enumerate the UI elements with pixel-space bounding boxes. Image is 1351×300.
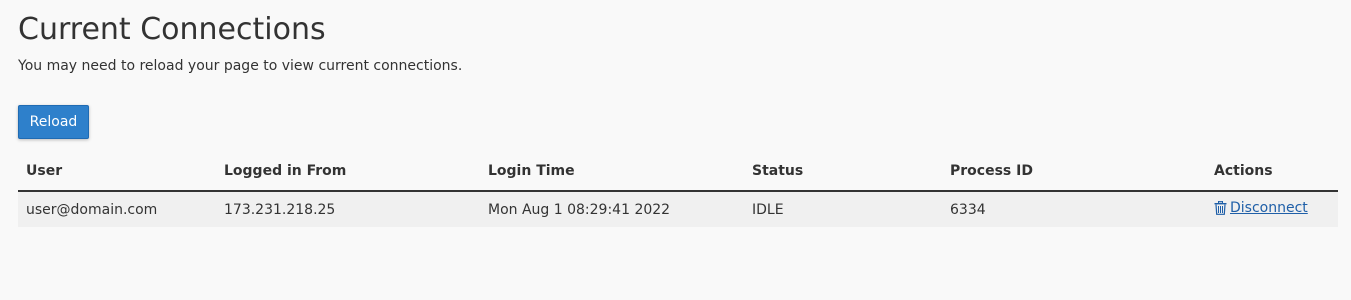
page-subtitle: You may need to reload your page to view… (18, 58, 463, 74)
column-header-login-time: Login Time (480, 152, 744, 192)
reload-button[interactable]: Reload (18, 105, 89, 139)
column-header-process-id: Process ID (942, 152, 1206, 192)
cell-logged-in-from: 173.231.218.25 (216, 191, 480, 227)
page-title: Current Connections (18, 12, 326, 47)
disconnect-link[interactable]: Disconnect (1214, 200, 1308, 216)
cell-user: user@domain.com (18, 191, 216, 227)
table-header: User Logged in From Login Time Status Pr… (18, 152, 1338, 192)
cell-actions: Disconnect (1206, 191, 1338, 227)
table-header-row: User Logged in From Login Time Status Pr… (18, 152, 1338, 192)
current-connections-page: Current Connections You may need to relo… (0, 0, 1351, 300)
connections-table: User Logged in From Login Time Status Pr… (18, 152, 1338, 227)
cell-status: IDLE (744, 191, 942, 227)
table-body: user@domain.com 173.231.218.25 Mon Aug 1… (18, 191, 1338, 227)
cell-login-time: Mon Aug 1 08:29:41 2022 (480, 191, 744, 227)
column-header-logged-in-from: Logged in From (216, 152, 480, 192)
disconnect-label: Disconnect (1230, 200, 1308, 216)
column-header-actions: Actions (1206, 152, 1338, 192)
column-header-user: User (18, 152, 216, 192)
table-row: user@domain.com 173.231.218.25 Mon Aug 1… (18, 191, 1338, 227)
cell-process-id: 6334 (942, 191, 1206, 227)
column-header-status: Status (744, 152, 942, 192)
trash-icon (1214, 201, 1227, 215)
